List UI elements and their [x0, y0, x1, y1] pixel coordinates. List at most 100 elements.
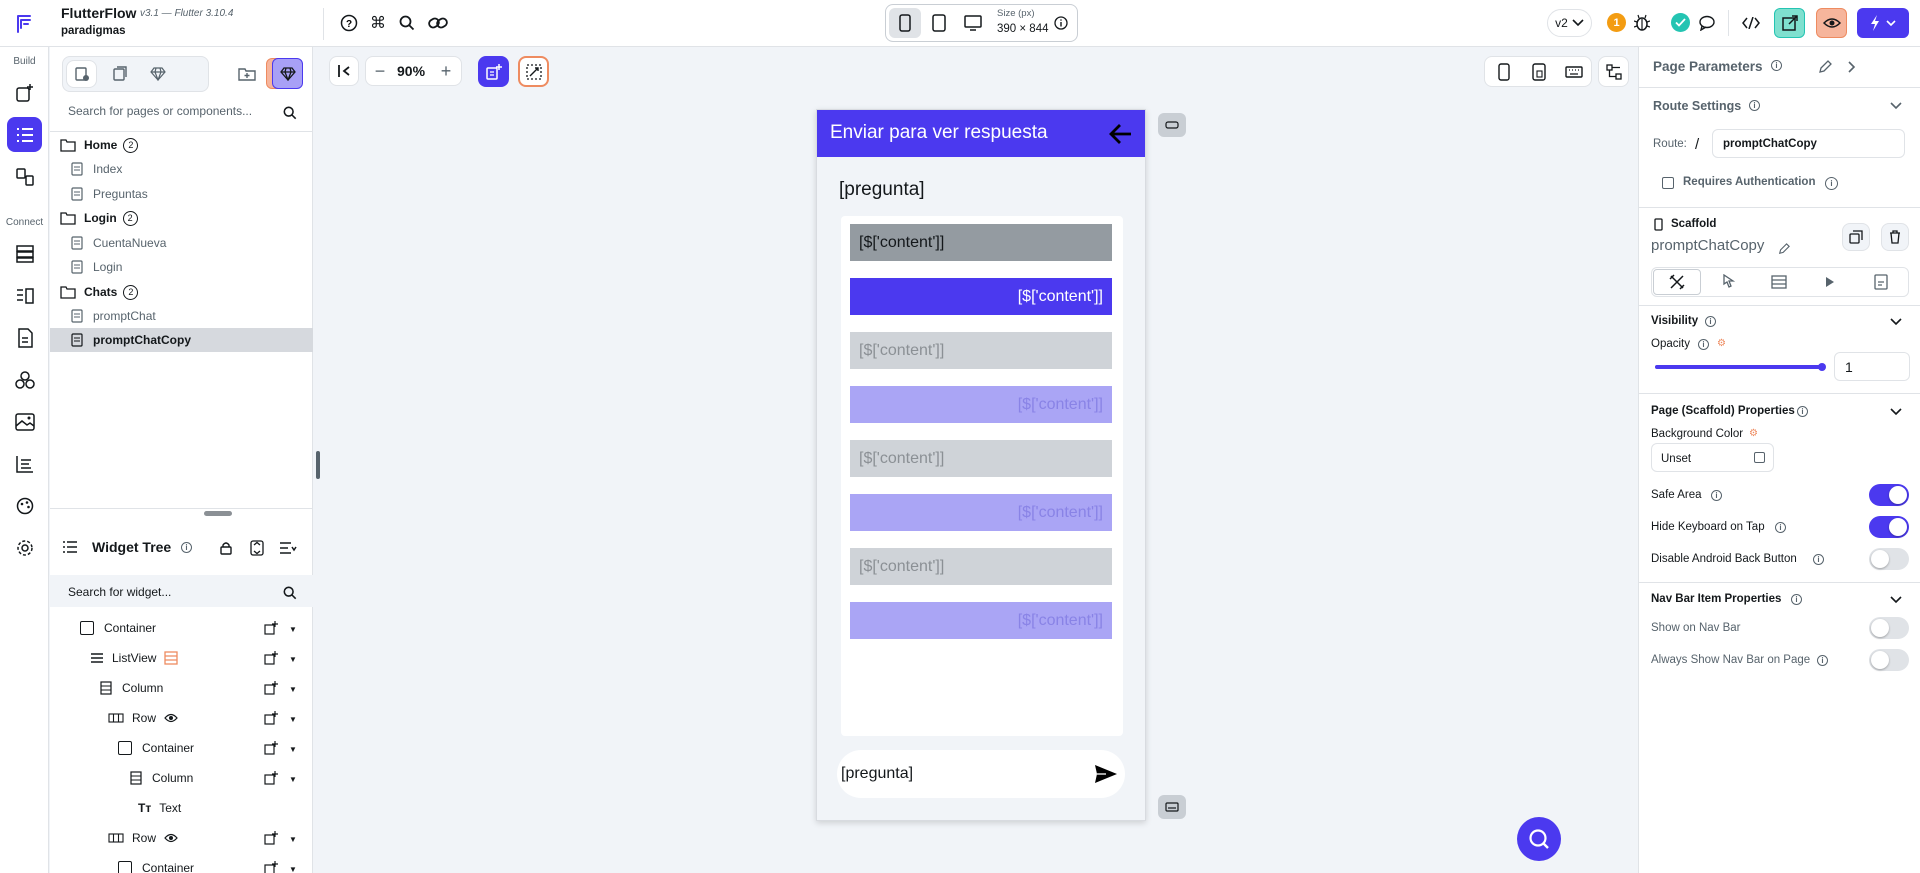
app-state-icon[interactable] — [7, 278, 42, 313]
add-child-icon[interactable] — [262, 769, 280, 787]
add-child-icon[interactable] — [262, 619, 280, 637]
info-icon[interactable]: i — [1705, 316, 1716, 327]
add-child-icon[interactable] — [262, 829, 280, 847]
disable-back-toggle[interactable] — [1869, 548, 1909, 570]
panel-resize-handle[interactable] — [204, 511, 232, 516]
ai-gen-button[interactable] — [518, 56, 549, 87]
chat-bubble-received[interactable]: [$['content']] — [850, 224, 1112, 261]
back-arrow-icon[interactable] — [1107, 120, 1135, 148]
app-bar[interactable]: Enviar para ver respuesta — [817, 110, 1145, 157]
pages-tab-button[interactable] — [66, 60, 97, 88]
caret-down-icon[interactable]: ▼ — [289, 715, 297, 724]
add-child-icon[interactable] — [262, 679, 280, 697]
page-item-cuentanueva[interactable]: CuentaNueva — [50, 231, 313, 255]
notification-badge[interactable]: 1 — [1607, 13, 1626, 32]
desktop-device-button[interactable] — [957, 8, 989, 38]
components-tab-button[interactable] — [104, 60, 135, 88]
check-status-icon[interactable] — [1671, 13, 1690, 32]
send-icon[interactable] — [1093, 762, 1119, 786]
hide-keyboard-toggle[interactable] — [1869, 516, 1909, 538]
info-icon[interactable]: i — [1791, 594, 1802, 605]
settings-gear-icon[interactable] — [7, 530, 42, 565]
info-icon[interactable]: i — [1749, 100, 1760, 111]
run-lightning-button[interactable] — [1857, 8, 1909, 38]
caret-down-icon[interactable]: ▼ — [289, 685, 297, 694]
chevron-right-icon[interactable] — [1842, 57, 1862, 77]
edit-pencil-icon[interactable] — [1775, 240, 1793, 258]
tab-actions[interactable] — [1704, 269, 1752, 295]
chat-bubble-received[interactable]: [$['content']] — [850, 548, 1112, 585]
device-info-icon[interactable] — [1052, 14, 1070, 32]
branch-selector[interactable]: v2 — [1547, 9, 1592, 37]
caret-down-icon[interactable]: ▼ — [289, 625, 297, 634]
tree-options-icon[interactable] — [277, 538, 299, 558]
panel-side-scroll-handle[interactable] — [316, 451, 320, 479]
info-icon[interactable]: i — [1813, 554, 1824, 565]
storyboard-icon[interactable] — [7, 159, 42, 194]
page-item-index[interactable]: Index — [50, 157, 313, 181]
widget-tree-nav-icon[interactable] — [7, 117, 42, 152]
route-input[interactable]: promptChatCopy — [1712, 129, 1905, 158]
code-icon[interactable] — [1738, 10, 1764, 36]
phone-preview-icon[interactable] — [1489, 59, 1519, 84]
chat-bubble-received[interactable]: [$['content']] — [850, 332, 1112, 369]
page-item-preguntas[interactable]: Preguntas — [50, 182, 313, 206]
tab-page-params[interactable] — [1857, 269, 1905, 295]
safe-area-toggle[interactable] — [1869, 484, 1909, 506]
zoom-in-button[interactable]: + — [435, 59, 457, 83]
collapse-panel-button[interactable] — [329, 56, 359, 86]
chat-bubble-sent[interactable]: [$['content']] — [850, 278, 1112, 315]
outline-list-icon[interactable] — [7, 446, 42, 481]
caret-down-icon[interactable]: ▼ — [289, 865, 297, 873]
copy-widget-button[interactable] — [1842, 223, 1870, 251]
add-child-icon[interactable] — [262, 739, 280, 757]
preview-eye-button[interactable] — [1816, 8, 1847, 38]
widget-search-input[interactable]: Search for widget... — [68, 585, 171, 599]
database-icon[interactable] — [7, 236, 42, 271]
tab-animations[interactable] — [1806, 269, 1854, 295]
open-external-button[interactable] — [1774, 8, 1805, 38]
api-calls-icon[interactable] — [7, 320, 42, 355]
variable-binding-icon[interactable]: ⚙ — [1749, 428, 1758, 439]
phone-preview[interactable]: Enviar para ver respuesta [pregunta] [$[… — [816, 109, 1146, 821]
caret-down-icon[interactable]: ▼ — [289, 745, 297, 754]
page-item-login[interactable]: Login — [50, 255, 313, 279]
caret-down-icon[interactable]: ▼ — [289, 775, 297, 784]
custom-code-icon[interactable] — [7, 362, 42, 397]
link-icon[interactable] — [426, 12, 450, 34]
keyboard-icon[interactable] — [1559, 59, 1589, 84]
always-show-nav-toggle[interactable] — [1869, 649, 1909, 671]
chevron-down-icon[interactable] — [1887, 591, 1905, 609]
tree-view-icon[interactable] — [1598, 56, 1629, 87]
expand-collapse-icon[interactable] — [247, 538, 267, 558]
visibility-eye-icon[interactable] — [164, 713, 178, 723]
visibility-eye-icon[interactable] — [164, 833, 178, 843]
chat-bubble-sent[interactable]: [$['content']] — [850, 494, 1112, 531]
requires-auth-checkbox[interactable] — [1662, 177, 1674, 189]
chat-bubble-received[interactable]: [$['content']] — [850, 440, 1112, 477]
keyboard-toggle-button[interactable] — [1158, 795, 1186, 819]
delete-trash-button[interactable] — [1881, 223, 1909, 251]
gem-tab-button[interactable] — [142, 60, 173, 88]
search-icon[interactable] — [281, 584, 299, 602]
folder-login[interactable]: Login 2 — [50, 206, 313, 230]
page-item-promptchat[interactable]: promptChat — [50, 304, 313, 328]
page-search-input[interactable]: Search for pages or components... — [68, 104, 288, 124]
theme-settings-icon[interactable] — [7, 488, 42, 523]
tab-backend-query[interactable] — [1755, 269, 1803, 295]
edit-pencil-icon[interactable] — [1815, 57, 1835, 77]
zoom-out-button[interactable]: − — [369, 59, 391, 83]
info-icon[interactable]: i — [1797, 406, 1808, 417]
new-folder-button[interactable] — [233, 60, 261, 88]
opacity-slider-thumb[interactable] — [1818, 363, 1826, 371]
folder-chats[interactable]: Chats 2 — [50, 280, 313, 304]
info-icon[interactable]: i — [1698, 339, 1709, 350]
search-icon[interactable] — [396, 12, 418, 34]
add-widget-canvas-button[interactable] — [478, 56, 509, 87]
opacity-slider-track[interactable] — [1655, 365, 1823, 369]
lock-icon[interactable] — [216, 538, 236, 558]
opacity-input[interactable]: 1 — [1834, 352, 1910, 381]
info-icon[interactable]: i — [181, 542, 192, 553]
chat-icon[interactable] — [1697, 12, 1719, 34]
chat-bubble-sent[interactable]: [$['content']] — [850, 386, 1112, 423]
